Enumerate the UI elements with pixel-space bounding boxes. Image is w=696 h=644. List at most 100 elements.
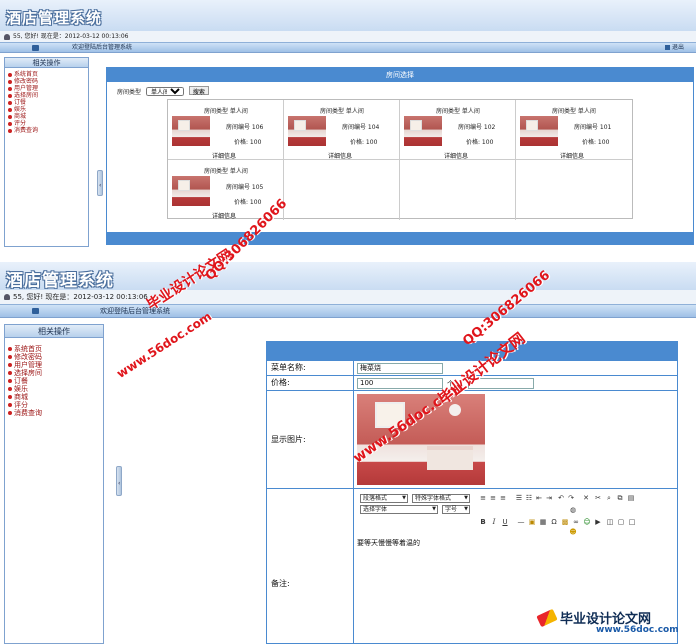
- paste-icon[interactable]: ▤: [627, 494, 635, 502]
- image-row: 显示图片:: [267, 390, 677, 488]
- image-lamp: [449, 404, 461, 416]
- room-price: 价格: 100: [234, 139, 262, 146]
- room-photo[interactable]: [172, 116, 210, 146]
- sidebar-item-user-management[interactable]: 用户管理: [8, 85, 88, 92]
- font-select[interactable]: 选择字体: [360, 505, 438, 514]
- media-icon[interactable]: ▩: [561, 518, 569, 526]
- name-input[interactable]: 梅菜烧: [357, 363, 443, 374]
- align-left-icon[interactable]: ≡: [479, 494, 487, 502]
- empty-cell: [400, 160, 516, 220]
- image-insert-icon[interactable]: ◍: [569, 506, 577, 514]
- room-detail-link[interactable]: 详细信息: [212, 151, 236, 160]
- flash-icon[interactable]: ▶: [594, 518, 602, 526]
- sidebar-item-home[interactable]: 系统首页: [8, 71, 88, 78]
- sidebar-toggle-handle[interactable]: ‹: [97, 170, 103, 196]
- sidebar-item-consumption-query[interactable]: 消费查询: [8, 127, 88, 134]
- home-icon[interactable]: [32, 45, 39, 51]
- welcome-text: 欢迎登陆后台管理系统: [72, 44, 133, 51]
- table-icon[interactable]: ▦: [539, 518, 547, 526]
- align-center-icon[interactable]: ≡: [489, 494, 497, 502]
- size-select[interactable]: 字号: [442, 505, 470, 514]
- delete-icon[interactable]: ✕: [582, 494, 590, 502]
- search-button[interactable]: 搜索: [188, 86, 209, 96]
- room-price: 价格: 100: [466, 139, 494, 146]
- room-detail-link[interactable]: 详细信息: [444, 151, 468, 160]
- preview-icon[interactable]: ▢: [617, 518, 625, 526]
- italic-icon[interactable]: I: [490, 518, 498, 526]
- room-card[interactable]: 房间类型 单人间 房间编号 104 价格: 100 详细信息: [284, 100, 400, 160]
- special-char-icon[interactable]: Ω: [550, 518, 558, 526]
- fullscreen-icon[interactable]: □: [628, 518, 636, 526]
- price-label: 价格:: [267, 376, 354, 390]
- sidebar-item-shop[interactable]: 商城: [8, 113, 88, 120]
- link-icon[interactable]: ∞: [572, 518, 580, 526]
- copy-icon[interactable]: ⧉: [616, 494, 624, 502]
- unordered-list-icon[interactable]: ☷: [525, 494, 533, 502]
- price-input[interactable]: 100: [357, 378, 443, 389]
- room-card[interactable]: 房间类型 单人间 房间编号 102 价格: 100 详细信息: [400, 100, 516, 160]
- align-right-icon[interactable]: ≡: [499, 494, 507, 502]
- sidebar-item-entertainment[interactable]: 娱乐: [8, 385, 103, 393]
- sidebar-item-rating[interactable]: 评分: [8, 401, 103, 409]
- folder-icon[interactable]: ▣: [528, 518, 536, 526]
- indent-icon[interactable]: ⇥: [545, 494, 553, 502]
- smiley-icon[interactable]: ☻: [569, 528, 577, 536]
- sidebar-header: 相关操作: [5, 58, 88, 68]
- room-photo[interactable]: [172, 176, 210, 206]
- header-banner: 酒店管理系统: [0, 262, 696, 291]
- sidebar-item-consumption-query[interactable]: 消费查询: [8, 409, 103, 417]
- user-icon: [4, 33, 10, 40]
- sidebar-menu-box: 系统首页 修改密码 用户管理 选择房间 订餐 娱乐 商城 评分 消费查询: [4, 342, 104, 644]
- room-card[interactable]: 房间类型 单人间 房间编号 101 价格: 100 详细信息: [516, 100, 632, 160]
- find-icon[interactable]: ⌕: [605, 494, 613, 502]
- sidebar-item-home[interactable]: 系统首页: [8, 345, 103, 353]
- room-detail-link[interactable]: 详细信息: [212, 211, 236, 220]
- sidebar-item-change-password[interactable]: 修改密码: [8, 78, 88, 85]
- sidebar-item-change-password[interactable]: 修改密码: [8, 353, 103, 361]
- top-nav-bar: 欢迎登陆后台管理系统 退出: [0, 42, 696, 53]
- room-type-select[interactable]: 单人间: [145, 87, 184, 96]
- image-bed: [427, 446, 473, 470]
- room-detail-link[interactable]: 详细信息: [328, 151, 352, 160]
- screenshot-separator: [0, 247, 696, 262]
- footer-site: www.56doc.com: [596, 625, 679, 635]
- undo-icon[interactable]: ↶: [557, 494, 565, 502]
- sidebar-item-entertainment[interactable]: 娱乐: [8, 106, 88, 113]
- sidebar-item-select-room[interactable]: 选择房间: [8, 92, 88, 99]
- sidebar-item-order-meal[interactable]: 订餐: [8, 377, 103, 385]
- emoticon-tool-icon[interactable]: ☺: [583, 518, 591, 526]
- sidebar-item-shop[interactable]: 商城: [8, 393, 103, 401]
- bold-icon[interactable]: B: [479, 518, 487, 526]
- chevron-left-icon: ‹: [118, 479, 121, 487]
- room-grid: 房间类型 单人间 房间编号 106 价格: 100 详细信息 房间类型 单人间 …: [167, 99, 633, 220]
- html-icon[interactable]: ◫: [606, 518, 614, 526]
- underline-icon[interactable]: U: [501, 518, 509, 526]
- room-type: 房间类型 单人间: [204, 108, 248, 115]
- room-card[interactable]: 房间类型 单人间 房间编号 106 价格: 100 详细信息: [168, 100, 284, 160]
- paragraph-select[interactable]: 段落格式: [360, 494, 408, 503]
- logout-link[interactable]: 退出: [665, 43, 684, 53]
- sidebar-item-select-room[interactable]: 选择房间: [8, 369, 103, 377]
- room-photo[interactable]: [288, 116, 326, 146]
- horizontal-rule-icon[interactable]: —: [517, 518, 525, 526]
- redo-icon[interactable]: ↷: [567, 494, 575, 502]
- image-label: 显示图片:: [267, 391, 354, 488]
- sidebar: 相关操作 系统首页 修改密码 用户管理 选择房间 订餐 娱乐 商城 评分 消费查…: [4, 57, 89, 247]
- editor-content[interactable]: 要等天慢慢等着温的: [357, 538, 420, 548]
- ordered-list-icon[interactable]: ☰: [515, 494, 523, 502]
- style-select[interactable]: 特殊字体格式: [412, 494, 470, 503]
- filter-label: 房间类型: [117, 89, 142, 96]
- sidebar-item-user-management[interactable]: 用户管理: [8, 361, 103, 369]
- editor-toolbar: 段落格式 特殊字体格式 选择字体 字号 ≡ ≡ ≡ ☰ ☷ ⇤ ⇥ ↶ ↷ ✕ …: [357, 492, 673, 536]
- room-detail-link[interactable]: 详细信息: [560, 151, 584, 160]
- sidebar-item-rating[interactable]: 评分: [8, 120, 88, 127]
- room-photo[interactable]: [404, 116, 442, 146]
- sidebar-toggle-handle[interactable]: ‹: [116, 466, 122, 496]
- app-logo: 酒店管理系统: [6, 271, 114, 291]
- home-icon[interactable]: [32, 308, 39, 314]
- room-select-panel: 房间选择 房间类型 单人间 搜索 房间类型 单人间 房间编号 106 价格: 1…: [106, 67, 694, 245]
- sidebar-item-order-meal[interactable]: 订餐: [8, 99, 88, 106]
- room-photo[interactable]: [520, 116, 558, 146]
- outdent-icon[interactable]: ⇤: [535, 494, 543, 502]
- cut-icon[interactable]: ✂: [594, 494, 602, 502]
